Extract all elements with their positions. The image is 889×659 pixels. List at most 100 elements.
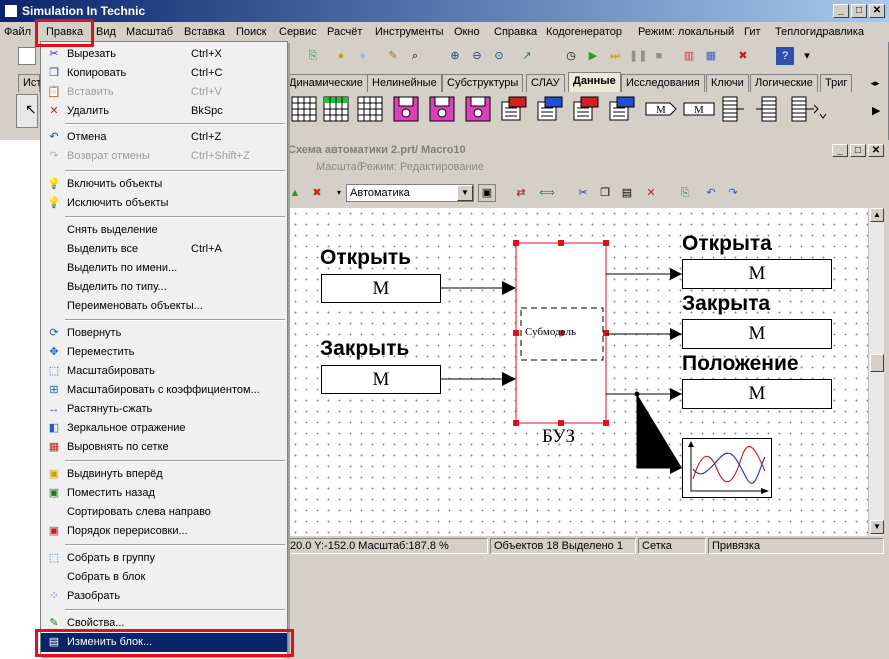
menu-item-24[interactable]: ⬚ Собрать в группу (41, 549, 287, 568)
schema-menu-mode[interactable]: Режим: Редактирование (360, 158, 484, 176)
export-icon[interactable]: ⎘ (304, 47, 322, 65)
paste-icon[interactable]: ▤ (618, 184, 636, 202)
vertical-scrollbar[interactable]: ▲ ▼ (868, 208, 884, 536)
menu-item-5[interactable]: ↷ Возврат отмены Ctrl+Shift+Z (41, 147, 287, 166)
lib-block-mux[interactable] (753, 94, 785, 128)
menu-item-6[interactable]: 💡 Включить объекты (41, 175, 287, 194)
menu-scale[interactable]: Масштаб (126, 22, 173, 42)
menu-item-23[interactable]: ▣ Порядок перерисовки... (41, 522, 287, 541)
lib-block-m-arrow[interactable]: M (643, 94, 679, 128)
tabs-scroll-arrows[interactable]: ◂▸ (866, 74, 884, 92)
library-scroll[interactable]: ▶ (870, 94, 882, 128)
swap-icon[interactable]: ⇄ (512, 184, 530, 202)
tab-sources[interactable]: Ист (18, 74, 41, 92)
tab-logic[interactable]: Логические (750, 74, 818, 92)
status-snap[interactable]: Привязка (708, 538, 884, 554)
menu-search[interactable]: Поиск (236, 22, 266, 42)
bulb-on-icon[interactable]: ● (332, 47, 350, 65)
chevron-down-icon[interactable]: ▾ (798, 47, 816, 65)
menu-item-7[interactable]: 💡 Исключить объекты (41, 194, 287, 213)
stopwatch-icon[interactable]: ◷ (562, 47, 580, 65)
menu-file[interactable]: Файл (4, 22, 31, 42)
pause-icon[interactable]: ❚❚ (628, 47, 647, 65)
close-button[interactable]: ✕ (869, 4, 885, 18)
library-select[interactable]: Автоматика ▼ (346, 184, 474, 202)
arrow-up-icon[interactable]: ▲ (286, 184, 304, 202)
pause-block-icon[interactable]: ▣ (478, 184, 496, 202)
menu-item-19[interactable]: ▦ Выровнять по сетке (41, 438, 287, 457)
lib-block-demux[interactable] (717, 94, 749, 128)
tools-icon[interactable]: ✖ (308, 184, 326, 202)
scroll-thumb[interactable] (870, 354, 884, 372)
pointer-tool[interactable]: ↖ (16, 94, 38, 128)
menu-item-2[interactable]: 📋 Вставить Ctrl+V (41, 83, 287, 102)
lib-block-udp1[interactable] (571, 94, 603, 128)
table-icon[interactable]: ▦ (702, 47, 720, 65)
tab-keys[interactable]: Ключи (706, 74, 749, 92)
output-block-opened[interactable]: M (682, 259, 832, 289)
menu-item-1[interactable]: ❐ Копировать Ctrl+C (41, 64, 287, 83)
menu-item-10[interactable]: Выделить по имени... (41, 259, 287, 278)
lib-block-tcp1[interactable] (499, 94, 531, 128)
tab-data[interactable]: Данные (568, 72, 621, 92)
menu-mode[interactable]: Режим: локальный (638, 22, 734, 42)
copy-icon[interactable]: ❐ (596, 184, 614, 202)
menu-item-3[interactable]: ✕ Удалить BkSpc (41, 102, 287, 121)
export-icon[interactable]: ⎘ (676, 184, 694, 202)
menu-thermohydraulics[interactable]: Теплогидравлика (775, 22, 864, 42)
menu-service[interactable]: Сервис (279, 22, 317, 42)
menu-item-17[interactable]: ↔ Растянуть-сжать (41, 400, 287, 419)
stop-icon[interactable]: ■ (650, 47, 668, 65)
lib-block-disk1[interactable] (391, 94, 423, 128)
help-icon[interactable]: ? (776, 47, 794, 65)
run-icon[interactable]: ▶ (584, 47, 602, 65)
menu-item-25[interactable]: Собрать в блок (41, 568, 287, 587)
menu-codegen[interactable]: Кодогенератор (546, 22, 622, 42)
child-maximize-button[interactable]: □ (850, 144, 866, 157)
child-minimize-button[interactable]: _ (832, 144, 848, 157)
menu-view[interactable]: Вид (96, 22, 116, 42)
schema-menu-scale[interactable]: Масштаб (316, 158, 363, 176)
tab-nonlinear[interactable]: Нелинейные (367, 74, 442, 92)
input-block-open[interactable]: M (321, 274, 441, 303)
menu-item-14[interactable]: ✥ Переместить (41, 343, 287, 362)
zoom-fit-icon[interactable]: ⊙ (490, 47, 508, 65)
lib-block-table-green[interactable] (321, 94, 353, 128)
scroll-down-icon[interactable]: ▼ (870, 520, 884, 534)
tab-substructures[interactable]: Субструктуры (442, 74, 524, 92)
tab-slau[interactable]: СЛАУ (526, 74, 565, 92)
lib-block-matrix[interactable] (355, 94, 387, 128)
tab-research[interactable]: Исследования (621, 74, 705, 92)
menu-item-16[interactable]: ⊞ Масштабировать с коэффициентом... (41, 381, 287, 400)
maximize-button[interactable]: □ (851, 4, 867, 18)
child-close-button[interactable]: ✕ (868, 144, 884, 157)
navigate-icon[interactable]: ↗ (518, 47, 536, 65)
output-block-closed[interactable]: M (682, 319, 832, 349)
status-grid[interactable]: Сетка (638, 538, 706, 554)
menu-item-18[interactable]: ◧ Зеркальное отражение (41, 419, 287, 438)
binoculars-icon[interactable]: ⌕ (406, 47, 424, 65)
tools-icon[interactable]: ✖ (734, 47, 752, 65)
lib-block-udp2[interactable] (607, 94, 639, 128)
zoom-out-icon[interactable]: ⊖ (468, 47, 486, 65)
step-icon[interactable]: ⏭ (606, 47, 624, 65)
input-block-close[interactable]: M (321, 365, 441, 394)
plot-block[interactable] (682, 438, 772, 498)
menu-calc[interactable]: Расчёт (327, 22, 362, 42)
menu-item-20[interactable]: ▣ Выдвинуть вперёд (41, 465, 287, 484)
brush-icon[interactable]: ✎ (384, 47, 402, 65)
lib-block-tcp2[interactable] (535, 94, 567, 128)
menu-item-21[interactable]: ▣ Поместить назад (41, 484, 287, 503)
menu-item-26[interactable]: ⁘ Разобрать (41, 587, 287, 606)
scissors-icon[interactable]: ✂ (574, 184, 592, 202)
menu-item-12[interactable]: Переименовать объекты... (41, 297, 287, 316)
new-file-icon[interactable] (18, 47, 36, 65)
zoom-in-icon[interactable]: ⊕ (446, 47, 464, 65)
undo-icon[interactable]: ↶ (702, 184, 720, 202)
tab-dynamic[interactable]: Динамические (284, 74, 368, 92)
lib-block-disk2[interactable] (427, 94, 459, 128)
lib-block-m[interactable]: M (681, 94, 717, 128)
menu-item-0[interactable]: ✂ Вырезать Ctrl+X (41, 45, 287, 64)
delete-icon[interactable]: ✕ (642, 184, 660, 202)
menu-item-15[interactable]: ⬚ Масштабировать (41, 362, 287, 381)
